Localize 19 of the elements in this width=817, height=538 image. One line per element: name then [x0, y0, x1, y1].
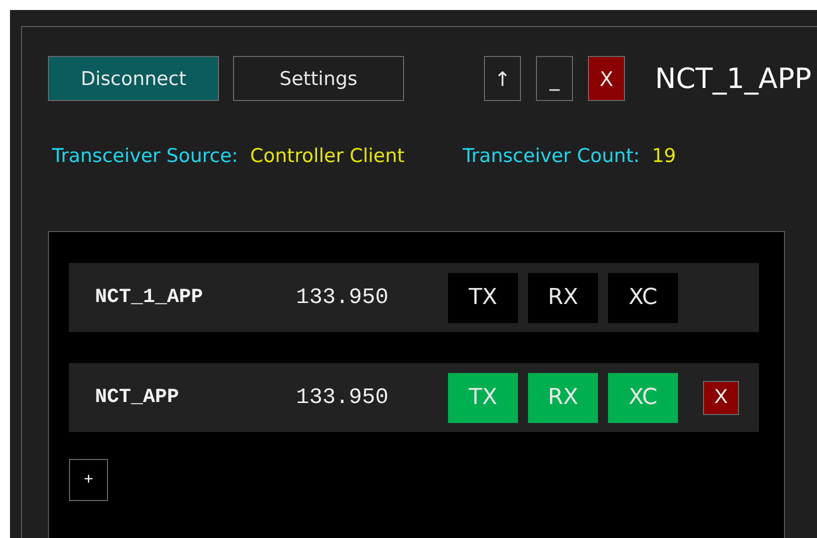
settings-button[interactable]: Settings [233, 56, 404, 101]
info-label: Transceiver Source: [52, 145, 238, 167]
disconnect-button[interactable]: Disconnect [48, 56, 219, 101]
pin-top-button[interactable]: ↑ [484, 56, 521, 101]
toggle-button[interactable]: RX [528, 272, 598, 322]
add-button[interactable]: + [69, 459, 108, 501]
info-value: 19 [652, 145, 676, 167]
info-value: Controller Client [250, 145, 405, 167]
station-frequency: 133.950 [296, 385, 390, 410]
station-name: NCT_1_APP [95, 286, 204, 309]
remove-button[interactable]: X [703, 380, 739, 414]
window-title: NCT_1_APP [655, 62, 812, 95]
minimize-button[interactable]: _ [536, 56, 573, 101]
toggle-button[interactable]: XC [608, 272, 678, 322]
toggle-button[interactable]: TX [448, 272, 518, 322]
close-button[interactable]: X [588, 56, 625, 101]
station-name: NCT_APP [95, 386, 180, 409]
station-frequency: 133.950 [296, 285, 390, 310]
info-label: Transceiver Count: [462, 145, 640, 167]
